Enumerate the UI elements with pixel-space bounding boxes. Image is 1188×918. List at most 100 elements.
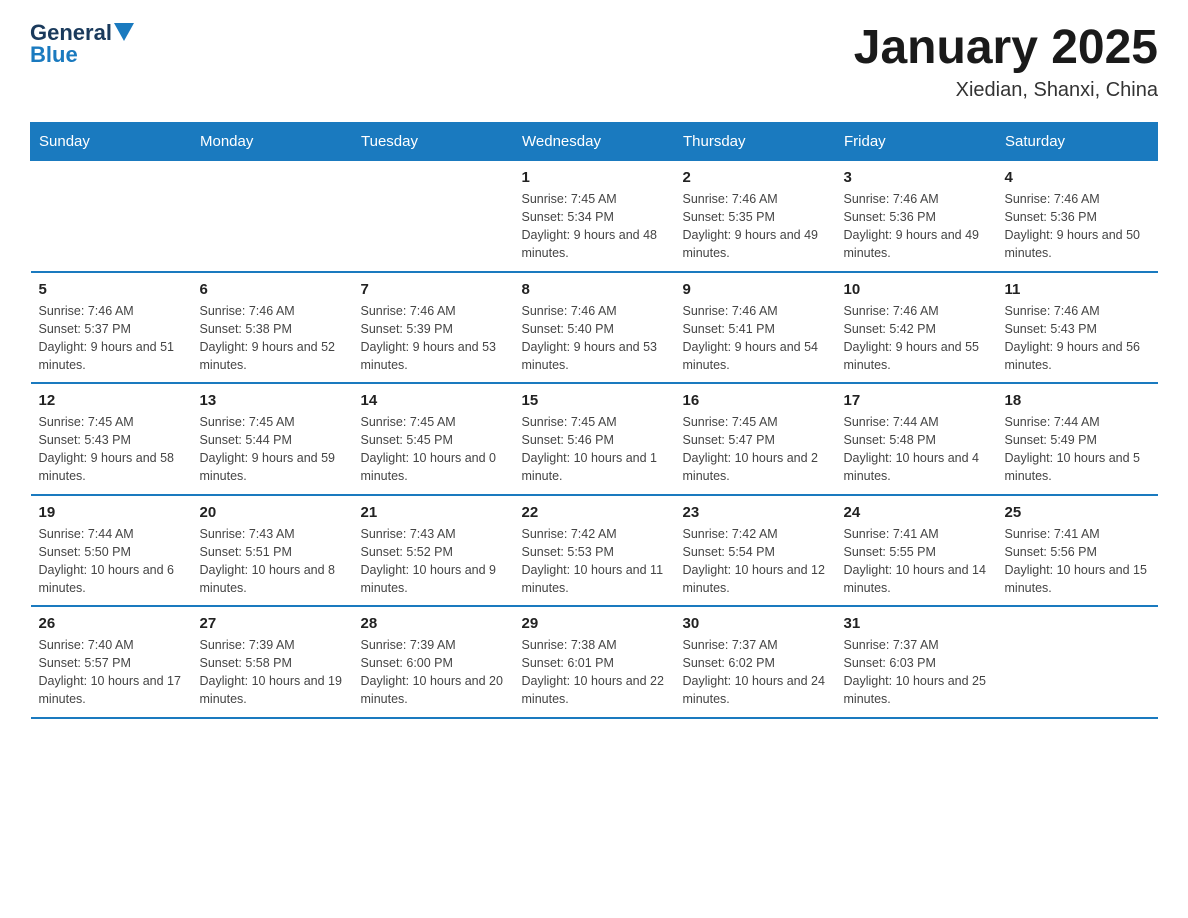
day-number: 19 xyxy=(39,504,184,521)
week-row-2: 5 Sunrise: 7:46 AM Sunset: 5:37 PM Daylig… xyxy=(31,272,1158,384)
calendar-cell: 22Sunrise: 7:42 AM Sunset: 5:53 PM Dayli… xyxy=(514,495,675,607)
day-info: Sunrise: 7:46 AM Sunset: 5:43 PM Dayligh… xyxy=(1005,302,1150,375)
day-number: 20 xyxy=(200,504,345,521)
day-info: Sunrise: 7:39 AM Sunset: 5:58 PM Dayligh… xyxy=(200,636,345,709)
day-info: Sunrise: 7:45 AM Sunset: 5:47 PM Dayligh… xyxy=(683,413,828,486)
calendar-cell xyxy=(31,161,192,272)
calendar-cell: 11Sunrise: 7:46 AM Sunset: 5:43 PM Dayli… xyxy=(997,272,1158,384)
week-row-5: 26 Sunrise: 7:40 AM Sunset: 5:57 PM Dayli… xyxy=(31,606,1158,718)
day-number: 22 xyxy=(522,504,667,521)
day-number: 29 xyxy=(522,615,667,632)
calendar-cell: 24Sunrise: 7:41 AM Sunset: 5:55 PM Dayli… xyxy=(836,495,997,607)
day-info: Sunrise: 7:46 AM Sunset: 5:36 PM Dayligh… xyxy=(1005,190,1150,263)
header-row: Sunday Monday Tuesday Wednesday Thursday… xyxy=(31,123,1158,161)
calendar-cell: 27 Sunrise: 7:39 AM Sunset: 5:58 PM Dayli… xyxy=(192,606,353,718)
day-number: 17 xyxy=(844,392,989,409)
header-monday: Monday xyxy=(192,123,353,161)
day-info: Sunrise: 7:43 AM Sunset: 5:52 PM Dayligh… xyxy=(361,525,506,598)
week-row-1: 1Sunrise: 7:45 AM Sunset: 5:34 PM Daylig… xyxy=(31,161,1158,272)
header-thursday: Thursday xyxy=(675,123,836,161)
calendar-cell: 7Sunrise: 7:46 AM Sunset: 5:39 PM Daylig… xyxy=(353,272,514,384)
day-info: Sunrise: 7:46 AM Sunset: 5:36 PM Dayligh… xyxy=(844,190,989,263)
day-number: 5 xyxy=(39,281,184,298)
header-friday: Friday xyxy=(836,123,997,161)
calendar-cell: 2 Sunrise: 7:46 AM Sunset: 5:35 PM Daylig… xyxy=(675,161,836,272)
day-number: 12 xyxy=(39,392,184,409)
day-number: 30 xyxy=(683,615,828,632)
day-info: Sunrise: 7:46 AM Sunset: 5:42 PM Dayligh… xyxy=(844,302,989,375)
calendar-cell: 1Sunrise: 7:45 AM Sunset: 5:34 PM Daylig… xyxy=(514,161,675,272)
page-header: General Blue January 2025 Xiedian, Shanx… xyxy=(30,20,1158,102)
day-number: 25 xyxy=(1005,504,1150,521)
day-number: 13 xyxy=(200,392,345,409)
logo: General Blue xyxy=(30,20,134,68)
day-number: 8 xyxy=(522,281,667,298)
calendar-cell xyxy=(353,161,514,272)
calendar-body: 1Sunrise: 7:45 AM Sunset: 5:34 PM Daylig… xyxy=(31,161,1158,718)
calendar-cell: 30 Sunrise: 7:37 AM Sunset: 6:02 PM Dayli… xyxy=(675,606,836,718)
title-section: January 2025 Xiedian, Shanxi, China xyxy=(854,20,1158,102)
day-info: Sunrise: 7:42 AM Sunset: 5:54 PM Dayligh… xyxy=(683,525,828,598)
calendar-cell: 29Sunrise: 7:38 AM Sunset: 6:01 PM Dayli… xyxy=(514,606,675,718)
day-info: Sunrise: 7:45 AM Sunset: 5:45 PM Dayligh… xyxy=(361,413,506,486)
day-info: Sunrise: 7:41 AM Sunset: 5:56 PM Dayligh… xyxy=(1005,525,1150,598)
calendar-cell: 8 Sunrise: 7:46 AM Sunset: 5:40 PM Daylig… xyxy=(514,272,675,384)
subtitle: Xiedian, Shanxi, China xyxy=(854,79,1158,102)
day-number: 18 xyxy=(1005,392,1150,409)
calendar-table: Sunday Monday Tuesday Wednesday Thursday… xyxy=(30,122,1158,719)
day-number: 28 xyxy=(361,615,506,632)
day-info: Sunrise: 7:45 AM Sunset: 5:43 PM Dayligh… xyxy=(39,413,184,486)
day-info: Sunrise: 7:46 AM Sunset: 5:35 PM Dayligh… xyxy=(683,190,828,263)
header-saturday: Saturday xyxy=(997,123,1158,161)
calendar-cell xyxy=(192,161,353,272)
day-info: Sunrise: 7:46 AM Sunset: 5:41 PM Dayligh… xyxy=(683,302,828,375)
calendar-cell: 10Sunrise: 7:46 AM Sunset: 5:42 PM Dayli… xyxy=(836,272,997,384)
calendar-cell: 15 Sunrise: 7:45 AM Sunset: 5:46 PM Dayli… xyxy=(514,383,675,495)
day-number: 16 xyxy=(683,392,828,409)
day-info: Sunrise: 7:40 AM Sunset: 5:57 PM Dayligh… xyxy=(39,636,184,709)
day-number: 9 xyxy=(683,281,828,298)
calendar-cell: 20 Sunrise: 7:43 AM Sunset: 5:51 PM Dayli… xyxy=(192,495,353,607)
logo-triangle-icon xyxy=(114,23,134,43)
calendar-cell: 31Sunrise: 7:37 AM Sunset: 6:03 PM Dayli… xyxy=(836,606,997,718)
calendar-cell: 18 Sunrise: 7:44 AM Sunset: 5:49 PM Dayli… xyxy=(997,383,1158,495)
calendar-cell: 28Sunrise: 7:39 AM Sunset: 6:00 PM Dayli… xyxy=(353,606,514,718)
day-number: 3 xyxy=(844,169,989,186)
calendar-cell: 16 Sunrise: 7:45 AM Sunset: 5:47 PM Dayli… xyxy=(675,383,836,495)
calendar-cell: 26 Sunrise: 7:40 AM Sunset: 5:57 PM Dayli… xyxy=(31,606,192,718)
day-number: 27 xyxy=(200,615,345,632)
calendar-cell: 23Sunrise: 7:42 AM Sunset: 5:54 PM Dayli… xyxy=(675,495,836,607)
day-info: Sunrise: 7:37 AM Sunset: 6:02 PM Dayligh… xyxy=(683,636,828,709)
day-number: 2 xyxy=(683,169,828,186)
day-info: Sunrise: 7:43 AM Sunset: 5:51 PM Dayligh… xyxy=(200,525,345,598)
day-info: Sunrise: 7:46 AM Sunset: 5:37 PM Dayligh… xyxy=(39,302,184,375)
day-number: 31 xyxy=(844,615,989,632)
day-number: 6 xyxy=(200,281,345,298)
day-number: 14 xyxy=(361,392,506,409)
day-number: 1 xyxy=(522,169,667,186)
day-info: Sunrise: 7:44 AM Sunset: 5:50 PM Dayligh… xyxy=(39,525,184,598)
day-number: 15 xyxy=(522,392,667,409)
day-info: Sunrise: 7:46 AM Sunset: 5:40 PM Dayligh… xyxy=(522,302,667,375)
calendar-cell: 12 Sunrise: 7:45 AM Sunset: 5:43 PM Dayli… xyxy=(31,383,192,495)
day-info: Sunrise: 7:45 AM Sunset: 5:44 PM Dayligh… xyxy=(200,413,345,486)
calendar-cell: 13 Sunrise: 7:45 AM Sunset: 5:44 PM Dayli… xyxy=(192,383,353,495)
week-row-3: 12 Sunrise: 7:45 AM Sunset: 5:43 PM Dayli… xyxy=(31,383,1158,495)
header-wednesday: Wednesday xyxy=(514,123,675,161)
calendar-cell: 9 Sunrise: 7:46 AM Sunset: 5:41 PM Daylig… xyxy=(675,272,836,384)
day-info: Sunrise: 7:44 AM Sunset: 5:48 PM Dayligh… xyxy=(844,413,989,486)
day-number: 24 xyxy=(844,504,989,521)
calendar-cell: 21 Sunrise: 7:43 AM Sunset: 5:52 PM Dayli… xyxy=(353,495,514,607)
day-number: 21 xyxy=(361,504,506,521)
calendar-cell: 19 Sunrise: 7:44 AM Sunset: 5:50 PM Dayli… xyxy=(31,495,192,607)
day-info: Sunrise: 7:46 AM Sunset: 5:39 PM Dayligh… xyxy=(361,302,506,375)
header-tuesday: Tuesday xyxy=(353,123,514,161)
week-row-4: 19 Sunrise: 7:44 AM Sunset: 5:50 PM Dayli… xyxy=(31,495,1158,607)
day-number: 26 xyxy=(39,615,184,632)
day-info: Sunrise: 7:44 AM Sunset: 5:49 PM Dayligh… xyxy=(1005,413,1150,486)
day-info: Sunrise: 7:45 AM Sunset: 5:46 PM Dayligh… xyxy=(522,413,667,486)
calendar-cell xyxy=(997,606,1158,718)
day-info: Sunrise: 7:46 AM Sunset: 5:38 PM Dayligh… xyxy=(200,302,345,375)
calendar-cell: 4Sunrise: 7:46 AM Sunset: 5:36 PM Daylig… xyxy=(997,161,1158,272)
calendar-cell: 3 Sunrise: 7:46 AM Sunset: 5:36 PM Daylig… xyxy=(836,161,997,272)
